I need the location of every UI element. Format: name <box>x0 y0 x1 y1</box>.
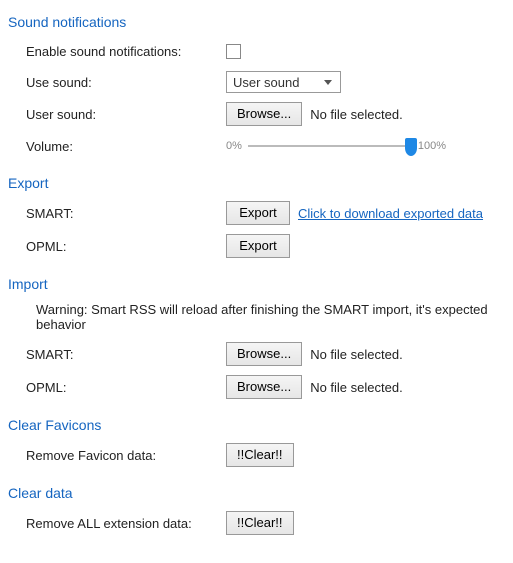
section-title-export: Export <box>8 175 505 191</box>
volume-min-label: 0% <box>226 140 242 152</box>
volume-slider-thumb[interactable] <box>405 138 417 156</box>
enable-sound-label: Enable sound notifications: <box>26 44 226 59</box>
import-smart-file-status: No file selected. <box>310 347 403 362</box>
use-sound-label: Use sound: <box>26 75 226 90</box>
export-opml-label: OPML: <box>26 239 226 254</box>
import-opml-browse-button[interactable]: Browse... <box>226 375 302 399</box>
section-title-sound: Sound notifications <box>8 14 505 30</box>
clear-all-data-button[interactable]: !!Clear!! <box>226 511 294 535</box>
remove-favicon-label: Remove Favicon data: <box>26 448 226 463</box>
import-opml-label: OPML: <box>26 380 226 395</box>
import-warning: Warning: Smart RSS will reload after fin… <box>8 302 505 332</box>
import-opml-file-status: No file selected. <box>310 380 403 395</box>
volume-slider[interactable] <box>248 145 412 147</box>
section-title-import: Import <box>8 276 505 292</box>
clear-favicon-button[interactable]: !!Clear!! <box>226 443 294 467</box>
section-title-cleardata: Clear data <box>8 485 505 501</box>
volume-label: Volume: <box>26 139 226 154</box>
use-sound-value: User sound <box>233 75 299 90</box>
export-smart-label: SMART: <box>26 206 226 221</box>
export-smart-button[interactable]: Export <box>226 201 290 225</box>
enable-sound-checkbox[interactable] <box>226 44 241 59</box>
import-smart-browse-button[interactable]: Browse... <box>226 342 302 366</box>
user-sound-browse-button[interactable]: Browse... <box>226 102 302 126</box>
import-smart-label: SMART: <box>26 347 226 362</box>
export-download-link[interactable]: Click to download exported data <box>298 206 483 221</box>
section-title-favicons: Clear Favicons <box>8 417 505 433</box>
export-opml-button[interactable]: Export <box>226 234 290 258</box>
use-sound-select[interactable]: User sound <box>226 71 341 93</box>
remove-all-data-label: Remove ALL extension data: <box>26 516 226 531</box>
volume-max-label: 100% <box>418 140 446 152</box>
user-sound-label: User sound: <box>26 107 226 122</box>
user-sound-file-status: No file selected. <box>310 107 403 122</box>
